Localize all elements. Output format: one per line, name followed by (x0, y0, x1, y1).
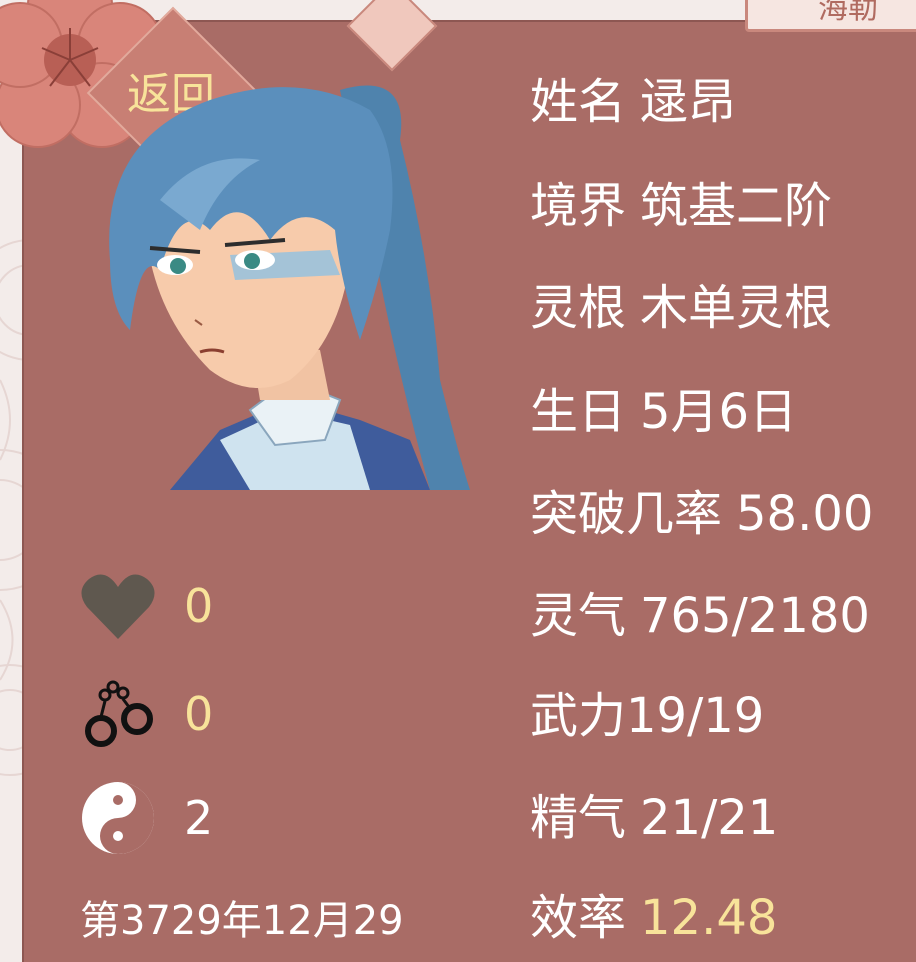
efficiency-row: 效率 12.48 (530, 888, 777, 948)
name-value: 逯昂 (640, 74, 737, 130)
character-portrait (109, 85, 470, 490)
essence-value: 21/21 (640, 790, 779, 846)
essence-label: 精气 (530, 790, 627, 846)
spirit-root-label: 灵根 (530, 280, 627, 336)
name-label: 姓名 (530, 74, 627, 130)
birthday-row: 生日 5月6日 (530, 382, 797, 442)
yin-yang-icon (80, 780, 156, 856)
birthday-label: 生日 (530, 384, 627, 440)
yinyang-stat: 2 (80, 778, 213, 858)
heart-icon (80, 568, 156, 644)
breakthrough-row: 突破几率 58.00 (530, 484, 873, 544)
breakthrough-label: 突破几率 (530, 486, 723, 542)
realm-row: 境界 筑基二阶 (530, 176, 832, 236)
birthday-value: 5月6日 (640, 384, 798, 440)
force-value: 19/19 (626, 688, 765, 744)
restraint-value: 0 (184, 687, 214, 741)
realm-value: 筑基二阶 (640, 178, 833, 234)
efficiency-label: 效率 (530, 890, 627, 946)
yinyang-value: 2 (184, 791, 214, 845)
handcuffs-icon (80, 676, 156, 752)
force-row: 武力19/19 (530, 686, 764, 746)
spirit-root-value: 木单灵根 (640, 280, 833, 336)
efficiency-value: 12.48 (640, 890, 778, 946)
game-date: 第3729年12月29 (80, 898, 404, 944)
spirit-root-row: 灵根 木单灵根 (530, 278, 832, 338)
name-row: 姓名 逯昂 (530, 72, 736, 132)
affection-stat: 0 (80, 566, 213, 646)
affection-value: 0 (184, 579, 214, 633)
spirit-energy-label: 灵气 (530, 588, 627, 644)
spirit-energy-value: 765/2180 (640, 588, 870, 644)
spirit-energy-row: 灵气 765/2180 (530, 586, 870, 646)
essence-row: 精气 21/21 (530, 788, 778, 848)
force-label: 武力 (530, 688, 627, 744)
breakthrough-value: 58.00 (736, 486, 874, 542)
top-right-button[interactable]: 海勒 (745, 0, 916, 32)
realm-label: 境界 (530, 178, 627, 234)
restraint-stat: 0 (80, 674, 213, 754)
